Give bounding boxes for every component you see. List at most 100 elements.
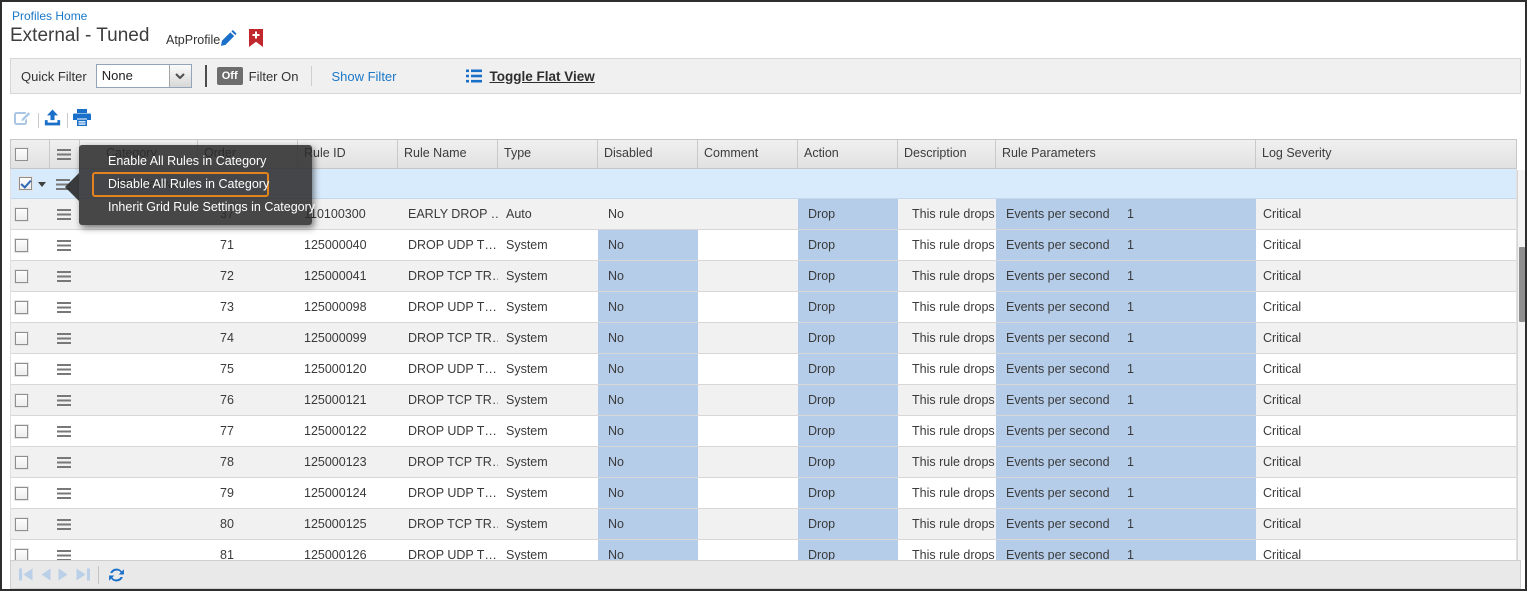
cell-disabled[interactable]: No [598,509,698,539]
row-checkbox[interactable] [15,208,28,221]
param-value[interactable]: 1 [1127,354,1134,384]
table-row[interactable]: 77 125000122 DROP UDP T… System No Drop … [11,416,1516,447]
table-row[interactable]: 78 125000123 DROP TCP TR… System No Drop… [11,447,1516,478]
breadcrumb-profiles-home[interactable]: Profiles Home [12,9,87,23]
print-icon[interactable] [73,109,91,131]
menu-item-disable-all[interactable]: Disable All Rules in Category [79,173,312,196]
row-checkbox[interactable] [15,332,28,345]
param-value[interactable]: 1 [1127,447,1134,477]
cell-comment[interactable] [698,385,798,415]
refresh-icon[interactable] [108,567,125,583]
cell-comment[interactable] [698,354,798,384]
chevron-down-icon[interactable] [169,65,191,87]
hamburger-icon[interactable] [57,457,71,468]
header-menu[interactable] [50,140,80,168]
table-row[interactable]: 73 125000098 DROP UDP T… System No Drop … [11,292,1516,323]
row-checkbox[interactable] [15,456,28,469]
cell-rule-parameters[interactable]: Events per second 1 [996,261,1256,291]
menu-item-inherit-grid[interactable]: Inherit Grid Rule Settings in Category [79,196,312,219]
hamburger-icon[interactable] [57,271,71,282]
cell-rule-parameters[interactable]: Events per second 1 [996,509,1256,539]
cell-rule-parameters[interactable]: Events per second 1 [996,540,1256,560]
cell-disabled[interactable]: No [598,199,698,229]
cell-action[interactable]: Drop [798,199,898,229]
column-header-description[interactable]: Description [898,140,996,168]
hamburger-icon[interactable] [57,149,71,160]
quick-filter-select[interactable]: None [96,64,192,88]
cell-rule-parameters[interactable]: Events per second 1 [996,354,1256,384]
hamburger-icon[interactable] [57,550,71,561]
column-header-comment[interactable]: Comment [698,140,798,168]
cell-rule-parameters[interactable]: Events per second 1 [996,199,1256,229]
column-header-disabled[interactable]: Disabled [598,140,698,168]
cell-disabled[interactable]: No [598,416,698,446]
row-checkbox[interactable] [15,363,28,376]
row-checkbox[interactable] [15,301,28,314]
menu-item-enable-all[interactable]: Enable All Rules in Category [79,150,312,173]
row-checkbox[interactable] [15,394,28,407]
column-header-rule-parameters[interactable]: Rule Parameters [996,140,1256,168]
column-header-type[interactable]: Type [498,140,598,168]
column-header-action[interactable]: Action [798,140,898,168]
hamburger-icon[interactable] [57,519,71,530]
bookmark-add-icon[interactable] [249,29,263,52]
hamburger-icon[interactable] [57,364,71,375]
cell-disabled[interactable]: No [598,230,698,260]
row-checkbox[interactable] [15,549,28,561]
table-row[interactable]: 76 125000121 DROP TCP TR… System No Drop… [11,385,1516,416]
scrollbar-thumb[interactable] [1519,247,1525,322]
cell-action[interactable]: Drop [798,478,898,508]
cell-comment[interactable] [698,261,798,291]
cell-comment[interactable] [698,323,798,353]
cell-action[interactable]: Drop [798,385,898,415]
table-row[interactable]: 72 125000041 DROP TCP TR… System No Drop… [11,261,1516,292]
cell-rule-parameters[interactable]: Events per second 1 [996,230,1256,260]
cell-disabled[interactable]: No [598,385,698,415]
param-value[interactable]: 1 [1127,199,1134,229]
param-value[interactable]: 1 [1127,478,1134,508]
cell-action[interactable]: Drop [798,292,898,322]
hamburger-icon[interactable] [57,240,71,251]
param-value[interactable]: 1 [1127,261,1134,291]
filter-toggle-button[interactable]: Off [217,67,243,85]
category-row-checkbox[interactable] [19,177,32,190]
cell-rule-parameters[interactable]: Events per second 1 [996,478,1256,508]
row-checkbox[interactable] [15,270,28,283]
upload-icon[interactable] [44,109,61,132]
table-row[interactable]: 71 125000040 DROP UDP T… System No Drop … [11,230,1516,261]
param-value[interactable]: 1 [1127,540,1134,560]
next-page-icon[interactable] [57,568,70,581]
hamburger-icon[interactable] [57,209,71,220]
cell-comment[interactable] [698,416,798,446]
list-icon[interactable] [466,69,482,83]
collapse-caret-icon[interactable] [38,182,46,187]
cell-disabled[interactable]: No [598,261,698,291]
cell-comment[interactable] [698,199,798,229]
cell-comment[interactable] [698,292,798,322]
cell-action[interactable]: Drop [798,354,898,384]
cell-action[interactable]: Drop [798,540,898,560]
cell-rule-parameters[interactable]: Events per second 1 [996,416,1256,446]
hamburger-icon[interactable] [57,426,71,437]
cell-disabled[interactable]: No [598,292,698,322]
cell-disabled[interactable]: No [598,540,698,560]
pencil-icon[interactable] [219,30,237,52]
previous-page-icon[interactable] [39,568,52,581]
show-filter-link[interactable]: Show Filter [331,69,396,84]
last-page-icon[interactable] [75,568,91,581]
cell-rule-parameters[interactable]: Events per second 1 [996,385,1256,415]
cell-action[interactable]: Drop [798,230,898,260]
param-value[interactable]: 1 [1127,416,1134,446]
cell-comment[interactable] [698,509,798,539]
column-header-log-severity[interactable]: Log Severity [1256,140,1516,168]
cell-comment[interactable] [698,230,798,260]
cell-rule-parameters[interactable]: Events per second 1 [996,323,1256,353]
column-header-rule-name[interactable]: Rule Name [398,140,498,168]
cell-disabled[interactable]: No [598,478,698,508]
hamburger-icon[interactable] [57,395,71,406]
cell-rule-parameters[interactable]: Events per second 1 [996,447,1256,477]
edit-icon[interactable] [14,109,32,131]
table-row[interactable]: 81 125000126 DROP UDP T… System No Drop … [11,540,1516,560]
header-select-all[interactable] [11,140,50,168]
cell-disabled[interactable]: No [598,323,698,353]
